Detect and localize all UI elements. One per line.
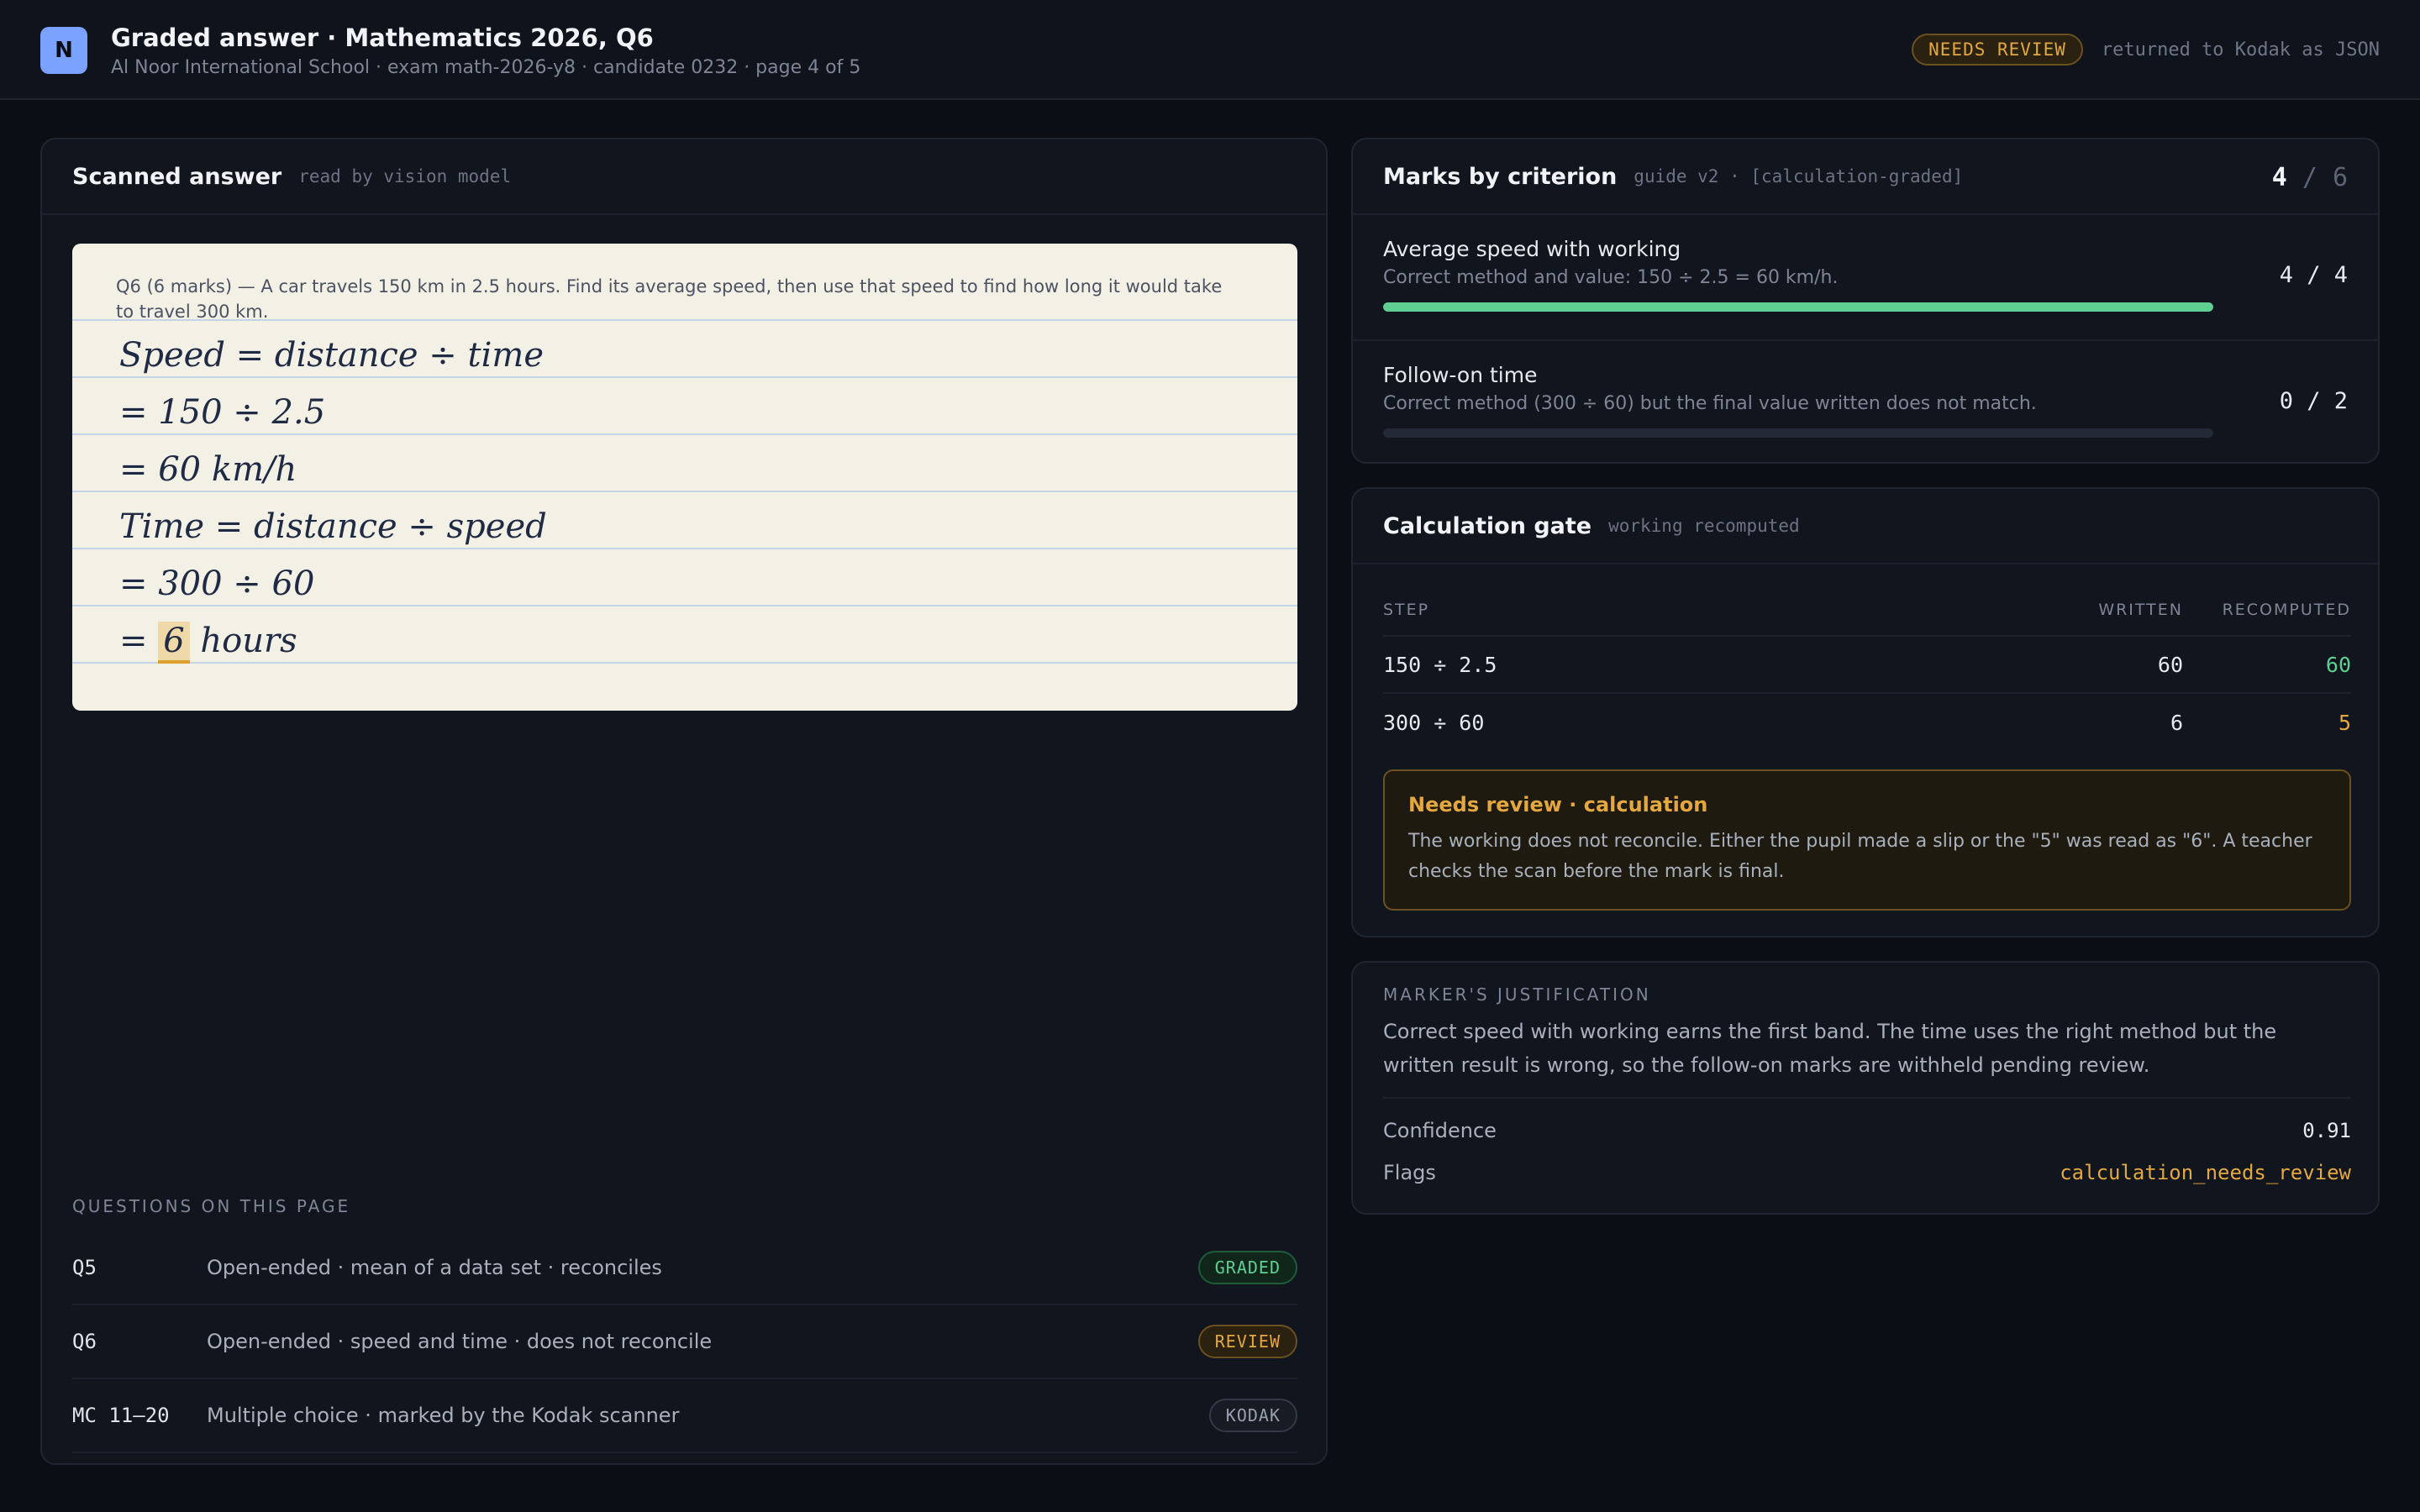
question-row-q6[interactable]: Q6 Open-ended · speed and time · does no…	[72, 1305, 1297, 1379]
criterion-desc: Correct method and value: 150 ÷ 2.5 = 60…	[1383, 267, 1839, 288]
section-label: QUESTIONS ON THIS PAGE	[72, 1196, 351, 1216]
question-desc: Open-ended · speed and time · does not r…	[207, 1330, 713, 1353]
handwritten-line: = 60 km/h	[119, 450, 297, 489]
handwritten-prefix: =	[119, 622, 159, 660]
question-id: Q5	[72, 1256, 97, 1279]
status-badge-graded: GRADED	[1197, 1251, 1297, 1284]
status-badge: NEEDS REVIEW	[1912, 34, 2083, 66]
table-header: STEP WRITTEN RECOMPUTED	[1383, 585, 2351, 637]
table-row: 300 ÷ 60 6 5	[1383, 694, 2351, 751]
confidence-label: Confidence	[1383, 1119, 1497, 1142]
handwritten-line: = 6 hours	[119, 622, 297, 664]
question-desc: Multiple choice · marked by the Kodak sc…	[207, 1404, 680, 1427]
progress-fill	[1383, 302, 2213, 312]
app-logo: N	[40, 27, 87, 74]
panel-title: Calculation gate	[1383, 512, 1592, 539]
warning-title: Needs review · calculation	[1408, 793, 1708, 816]
ruled-line	[72, 433, 1297, 435]
flagged-digit-highlight[interactable]: 6	[158, 622, 190, 664]
section-label: MARKER'S JUSTIFICATION	[1383, 984, 1651, 1005]
column-header-written: WRITTEN	[2098, 601, 2183, 619]
justification-text: Correct speed with working earns the fir…	[1383, 1020, 2277, 1077]
page-subtitle: Al Noor International School · exam math…	[111, 57, 861, 78]
question-prompt: Q6 (6 marks) — A car travels 150 km in 2…	[116, 276, 1223, 322]
ruled-line	[72, 662, 1297, 664]
page-title: Graded answer · Mathematics 2026, Q6	[111, 24, 654, 52]
question-row-q5[interactable]: Q5 Open-ended · mean of a data set · rec…	[72, 1231, 1297, 1305]
panel-tag: read by vision model	[298, 166, 512, 186]
column-header-recomputed: RECOMPUTED	[2222, 601, 2351, 619]
top-bar: N Graded answer · Mathematics 2026, Q6 A…	[0, 0, 2420, 100]
marks-panel: Marks by criterion guide v2 · [calculati…	[1351, 138, 2380, 464]
scanned-answer-panel: Scanned answer read by vision model Q6 (…	[40, 138, 1328, 1465]
criterion-name: Average speed with working	[1383, 237, 1681, 261]
ruled-line	[72, 491, 1297, 492]
return-note: returned to Kodak as JSON	[2101, 39, 2380, 60]
criterion-desc: Correct method (300 ÷ 60) but the final …	[1383, 393, 2037, 414]
score-awarded: 4	[2271, 163, 2287, 192]
table-row: 150 ÷ 2.5 60 60	[1383, 637, 2351, 694]
calculation-gate-panel: Calculation gate working recomputed STEP…	[1351, 487, 2380, 937]
step-expression: 300 ÷ 60	[1383, 710, 1485, 735]
question-id: Q6	[72, 1330, 97, 1353]
confidence-row: Confidence 0.91	[1383, 1119, 2351, 1142]
criterion-row: Average speed with working Correct metho…	[1353, 215, 2378, 339]
warning-body: The working does not reconcile. Either t…	[1408, 831, 2312, 882]
criterion-name: Follow-on time	[1383, 363, 1538, 387]
written-value: 60	[2157, 652, 2183, 677]
flags-label: Flags	[1383, 1161, 1436, 1184]
marks-header: Marks by criterion guide v2 · [calculati…	[1353, 139, 2378, 215]
recomputed-value-match: 60	[2325, 652, 2351, 677]
status-badge-review: REVIEW	[1197, 1325, 1297, 1358]
status-badge-kodak: KODAK	[1208, 1399, 1297, 1432]
criterion-score: 0 / 2	[2279, 388, 2348, 414]
handwritten-line: Time = distance ÷ speed	[119, 507, 547, 546]
question-id: MC 11–20	[72, 1404, 170, 1427]
flags-value: calculation_needs_review	[2060, 1161, 2351, 1184]
criterion-score: 4 / 4	[2279, 262, 2348, 288]
panel-tag: working recomputed	[1608, 516, 1800, 536]
ruled-line	[72, 605, 1297, 606]
panel-title: Marks by criterion	[1383, 163, 1618, 190]
written-value: 6	[2170, 710, 2183, 735]
recompute-table: STEP WRITTEN RECOMPUTED 150 ÷ 2.5 60 60 …	[1383, 585, 2351, 751]
handwritten-line: = 300 ÷ 60	[119, 564, 315, 603]
score-possible: 6	[2332, 163, 2348, 192]
justification-panel: MARKER'S JUSTIFICATION Correct speed wit…	[1351, 961, 2380, 1215]
score-separator: /	[2302, 163, 2317, 192]
flags-row: Flags calculation_needs_review	[1383, 1161, 2351, 1184]
gate-header: Calculation gate working recomputed	[1353, 489, 2378, 564]
step-expression: 150 ÷ 2.5	[1383, 652, 1497, 677]
total-score: 4 / 6	[2272, 163, 2348, 192]
scanned-page-image[interactable]: Q6 (6 marks) — A car travels 150 km in 2…	[72, 244, 1297, 711]
scanned-answer-header: Scanned answer read by vision model	[42, 139, 1326, 215]
questions-on-page: QUESTIONS ON THIS PAGE Q5 Open-ended · m…	[72, 1196, 1297, 1453]
review-warning-callout: Needs review · calculation The working d…	[1383, 769, 2351, 911]
panel-tag: guide v2 · [calculation-graded]	[1634, 166, 1964, 186]
criterion-progress-bar	[1383, 428, 2213, 438]
panel-title: Scanned answer	[72, 163, 282, 190]
question-row-mc[interactable]: MC 11–20 Multiple choice · marked by the…	[72, 1379, 1297, 1453]
handwritten-line: = 150 ÷ 2.5	[119, 393, 326, 432]
divider	[1383, 1097, 2351, 1099]
criterion-row: Follow-on time Correct method (300 ÷ 60)…	[1353, 339, 2378, 464]
recomputed-value-mismatch: 5	[2338, 710, 2351, 735]
confidence-value: 0.91	[2302, 1119, 2351, 1142]
ruled-line	[72, 548, 1297, 549]
ruled-line	[72, 376, 1297, 378]
handwritten-line: Speed = distance ÷ time	[119, 336, 544, 375]
column-header-step: STEP	[1383, 601, 1430, 619]
header-status: NEEDS REVIEW returned to Kodak as JSON	[1912, 34, 2380, 66]
handwritten-suffix: hours	[189, 622, 297, 660]
criterion-progress-bar	[1383, 302, 2213, 312]
question-desc: Open-ended · mean of a data set · reconc…	[207, 1256, 662, 1279]
